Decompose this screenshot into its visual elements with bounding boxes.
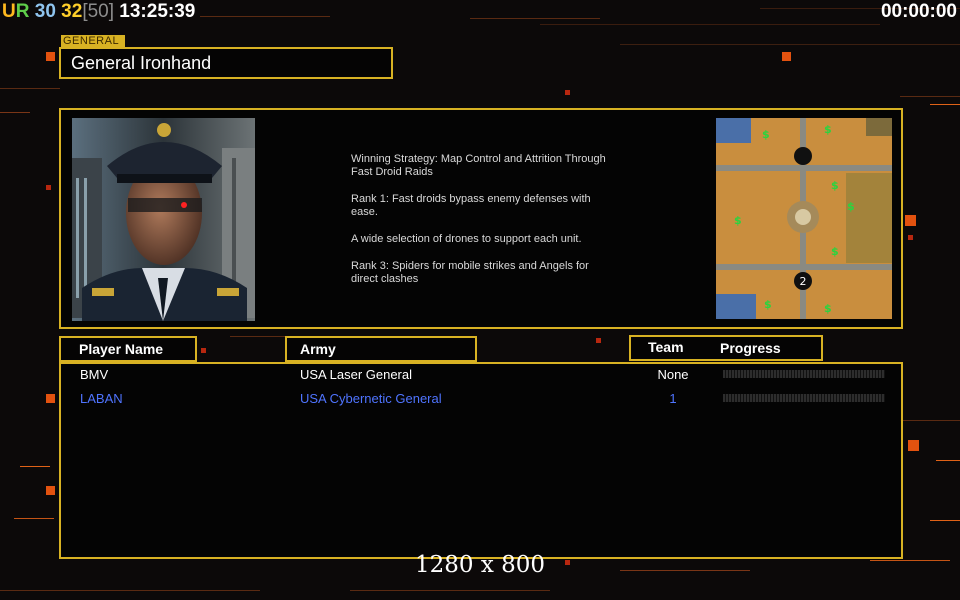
column-header-label: Player Name: [79, 341, 164, 357]
svg-text:$: $: [847, 200, 855, 213]
player-list-panel: BMV USA Laser General None LABAN USA Cyb…: [59, 362, 903, 559]
count-max: [50]: [82, 1, 115, 22]
player-team: None: [657, 367, 689, 382]
player-army: USA Cybernetic General: [300, 391, 442, 406]
count-b: 32: [61, 1, 83, 22]
svg-text:$: $: [831, 179, 839, 192]
column-header-label: Army: [300, 341, 336, 357]
status-readout: UR 30 32[50] 13:25:39: [2, 1, 195, 23]
svg-text:$: $: [824, 302, 832, 315]
column-header-team: Team: [648, 339, 684, 355]
column-header-army[interactable]: Army: [285, 336, 477, 362]
svg-text:$: $: [764, 298, 772, 311]
player-progress-bar: [723, 370, 885, 378]
description-line: Winning Strategy: Map Control and Attrit…: [351, 153, 606, 178]
svg-text:$: $: [824, 123, 832, 136]
player-row[interactable]: LABAN USA Cybernetic General 1: [61, 388, 901, 410]
column-header-team-progress[interactable]: Team Progress: [629, 335, 823, 361]
general-name: General Ironhand: [71, 53, 212, 73]
svg-text:$: $: [734, 214, 742, 227]
column-header-player-name[interactable]: Player Name: [59, 336, 197, 362]
description-line: Rank 1: Fast droids bypass enemy defense…: [351, 193, 591, 218]
player-team: 1: [669, 391, 677, 406]
general-name-box: General Ironhand: [59, 47, 393, 79]
player-name: LABAN: [80, 391, 123, 406]
description-line: A wide selection of drones to support ea…: [351, 233, 582, 245]
ur-letter-u: U: [2, 1, 16, 22]
general-info-panel: Winning Strategy: Map Control and Attrit…: [59, 108, 903, 329]
svg-text:$: $: [762, 128, 770, 141]
column-header-progress: Progress: [720, 340, 781, 356]
count-a: 30: [34, 1, 56, 22]
svg-text:$: $: [831, 245, 839, 258]
general-description: Winning Strategy: Map Control and Attrit…: [351, 153, 641, 300]
game-timer: 00:00:00: [880, 1, 957, 22]
player-progress-bar: [723, 394, 885, 402]
player-row[interactable]: BMV USA Laser General None: [61, 364, 901, 386]
system-clock: 13:25:39: [119, 1, 196, 22]
player-name: BMV: [80, 367, 109, 382]
resolution-watermark: 1280 x 800: [414, 552, 546, 578]
general-tab-label: GENERAL: [61, 35, 125, 47]
ur-letter-r: R: [15, 1, 30, 22]
general-portrait: [72, 118, 255, 321]
map-preview[interactable]: 2 $ $ $ $ $ $ $ $: [716, 118, 892, 319]
description-line: Rank 3: Spiders for mobile strikes and A…: [351, 260, 589, 285]
start-position-label: 2: [800, 275, 807, 288]
player-army: USA Laser General: [300, 367, 413, 382]
